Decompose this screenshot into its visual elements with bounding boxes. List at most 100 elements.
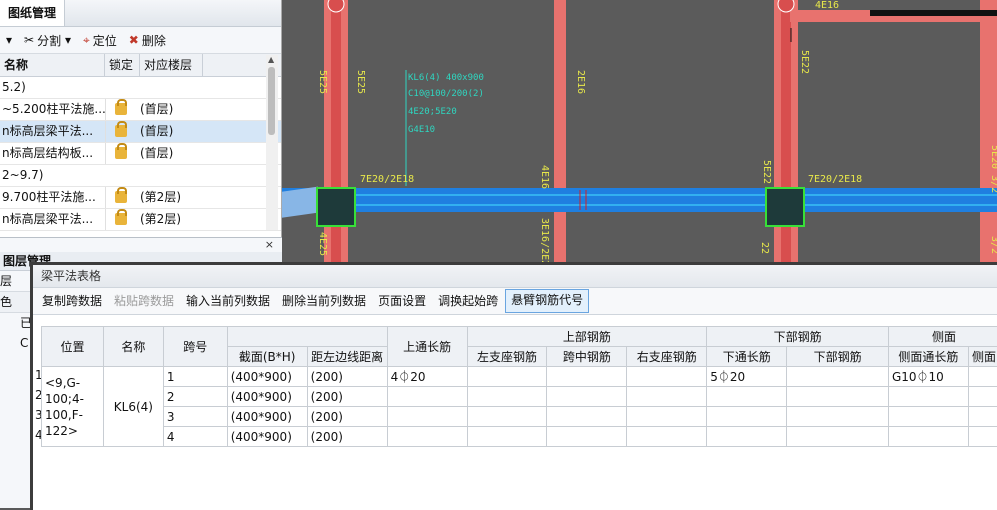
col-name[interactable]: 名称 [0, 54, 105, 76]
cell-bottom[interactable] [787, 387, 889, 407]
cell-left-support[interactable] [467, 387, 547, 407]
drawing-toolbar: ▾ ✂分割 ▾ ⌖定位 ✖删除 [0, 27, 281, 54]
lock-icon[interactable] [115, 147, 127, 159]
delete-column-button[interactable]: 删除当前列数据 [277, 290, 371, 312]
cell-side-more[interactable] [968, 387, 997, 407]
cell-right-support[interactable] [627, 387, 707, 407]
header-top-through: 上通长筋 [387, 327, 467, 367]
list-item[interactable]: n标高层梁平法...(第2层) [0, 209, 281, 231]
cell-right-support[interactable] [627, 427, 707, 447]
cell-section[interactable]: (400*900) [227, 407, 307, 427]
cell-span[interactable]: 2 [163, 387, 227, 407]
drawing-management-panel: 图纸管理 ▾ ✂分割 ▾ ⌖定位 ✖删除 名称 锁定 对应楼层 5.2) ~5.… [0, 0, 282, 237]
cell-position[interactable]: <9,G-100;4-100,F-122> [42, 367, 104, 447]
column-strip [554, 0, 566, 262]
paste-span-button[interactable]: 粘贴跨数据 [109, 290, 179, 312]
cad-label: 22 [759, 242, 770, 254]
toolbar-overflow-dropdown[interactable]: ▾ [0, 29, 18, 51]
list-item[interactable]: ~5.200柱平法施...(首层) [0, 99, 281, 121]
cell-side-more[interactable] [968, 407, 997, 427]
cell-top-through[interactable]: 4⏀20 [387, 367, 467, 387]
header-name: 名称 [103, 327, 163, 367]
col-floor[interactable]: 对应楼层 [140, 54, 203, 76]
header-bottom: 下部钢筋 [787, 347, 889, 367]
cell-offset[interactable]: (200) [307, 367, 387, 387]
table-row: <9,G-100;4-100,F-122> KL6(4) 1 (400*900)… [42, 367, 997, 387]
tab-drawing-management[interactable]: 图纸管理 [0, 0, 65, 26]
cad-annotation: G4E10 [408, 125, 435, 135]
cell-top-through[interactable] [387, 387, 467, 407]
list-item[interactable]: 5.2) [0, 77, 281, 99]
cell-side-through[interactable]: G10⏀10 [888, 367, 968, 387]
close-icon[interactable]: × [265, 238, 274, 251]
input-column-button[interactable]: 输入当前列数据 [181, 290, 275, 312]
cell-bottom-through[interactable] [707, 407, 787, 427]
cell-side-more[interactable] [968, 427, 997, 447]
scroll-thumb[interactable] [268, 67, 275, 135]
delete-button[interactable]: ✖删除 [123, 29, 172, 51]
cell-bottom[interactable] [787, 367, 889, 387]
cell-left-support[interactable] [467, 367, 547, 387]
locate-button[interactable]: ⌖定位 [77, 29, 123, 51]
table-row: 3 (400*900) (200) [42, 407, 997, 427]
cell-side-through[interactable] [888, 407, 968, 427]
split-button[interactable]: ✂分割 ▾ [18, 29, 77, 51]
cell-section[interactable]: (400*900) [227, 387, 307, 407]
cell-section[interactable]: (400*900) [227, 367, 307, 387]
list-item[interactable]: n标高层结构板...(首层) [0, 143, 281, 165]
lock-icon[interactable] [115, 103, 127, 115]
cell-mid[interactable] [547, 407, 627, 427]
cell-bottom[interactable] [787, 407, 889, 427]
lock-icon[interactable] [115, 213, 127, 225]
page-setup-button[interactable]: 页面设置 [373, 290, 431, 312]
cell-left-support[interactable] [467, 407, 547, 427]
cell-offset[interactable]: (200) [307, 387, 387, 407]
lock-icon[interactable] [115, 125, 127, 137]
cell-right-support[interactable] [627, 407, 707, 427]
cell-bottom-through[interactable] [707, 427, 787, 447]
cell-right-support[interactable] [627, 367, 707, 387]
swap-start-span-button[interactable]: 调换起始跨 [433, 290, 503, 312]
vertical-scrollbar[interactable]: ▲ [266, 55, 278, 230]
cell-side-more[interactable] [968, 367, 997, 387]
cell-bottom-through[interactable] [707, 387, 787, 407]
header-section: 截面(B*H) [227, 347, 307, 367]
cell-mid[interactable] [547, 367, 627, 387]
cell-name[interactable]: KL6(4) [103, 367, 163, 447]
beam-table-title[interactable]: 梁平法表格 [33, 265, 997, 288]
table-row: 4 (400*900) (200) [42, 427, 997, 447]
split-icon: ✂ [24, 33, 34, 47]
cad-label: 5E25 [317, 70, 328, 94]
cell-top-through[interactable] [387, 407, 467, 427]
cell-side-through[interactable] [888, 427, 968, 447]
col-lock[interactable]: 锁定 [105, 54, 140, 76]
cantilever-rebar-code-button[interactable]: 悬臂钢筋代号 [505, 289, 589, 313]
cell-bottom-through[interactable]: 5⏀20 [707, 367, 787, 387]
cad-label: 5E20 3/2 [989, 145, 997, 193]
list-item[interactable]: n标高层梁平法...(首层) [0, 121, 281, 143]
cell-offset[interactable]: (200) [307, 407, 387, 427]
cell-offset[interactable]: (200) [307, 427, 387, 447]
header-top-group: 上部钢筋 [467, 327, 707, 347]
beam-table-window: 梁平法表格 复制跨数据 粘贴跨数据 输入当前列数据 删除当前列数据 页面设置 调… [30, 262, 997, 510]
scroll-up-icon[interactable]: ▲ [268, 55, 274, 64]
cell-mid[interactable] [547, 387, 627, 407]
cell-top-through[interactable] [387, 427, 467, 447]
cell-left-support[interactable] [467, 427, 547, 447]
header-offset: 距左边线距离 [307, 347, 387, 367]
cad-label: 4E25 [317, 232, 328, 256]
cell-span[interactable]: 1 [163, 367, 227, 387]
copy-span-button[interactable]: 复制跨数据 [37, 290, 107, 312]
lock-icon[interactable] [115, 191, 127, 203]
cell-bottom[interactable] [787, 427, 889, 447]
cell-section[interactable]: (400*900) [227, 427, 307, 447]
cad-canvas[interactable]: 5E25 5E25 2E16 5E22 4E16 7E20/2E18 7E20/… [280, 0, 997, 262]
cell-mid[interactable] [547, 427, 627, 447]
cad-label: 2E16 [575, 70, 586, 94]
cell-span[interactable]: 3 [163, 407, 227, 427]
cell-side-through[interactable] [888, 387, 968, 407]
list-item[interactable]: 9.700柱平法施...(第2层) [0, 187, 281, 209]
list-item[interactable]: 2~9.7) [0, 165, 281, 187]
beam-stub [280, 187, 318, 218]
cell-span[interactable]: 4 [163, 427, 227, 447]
